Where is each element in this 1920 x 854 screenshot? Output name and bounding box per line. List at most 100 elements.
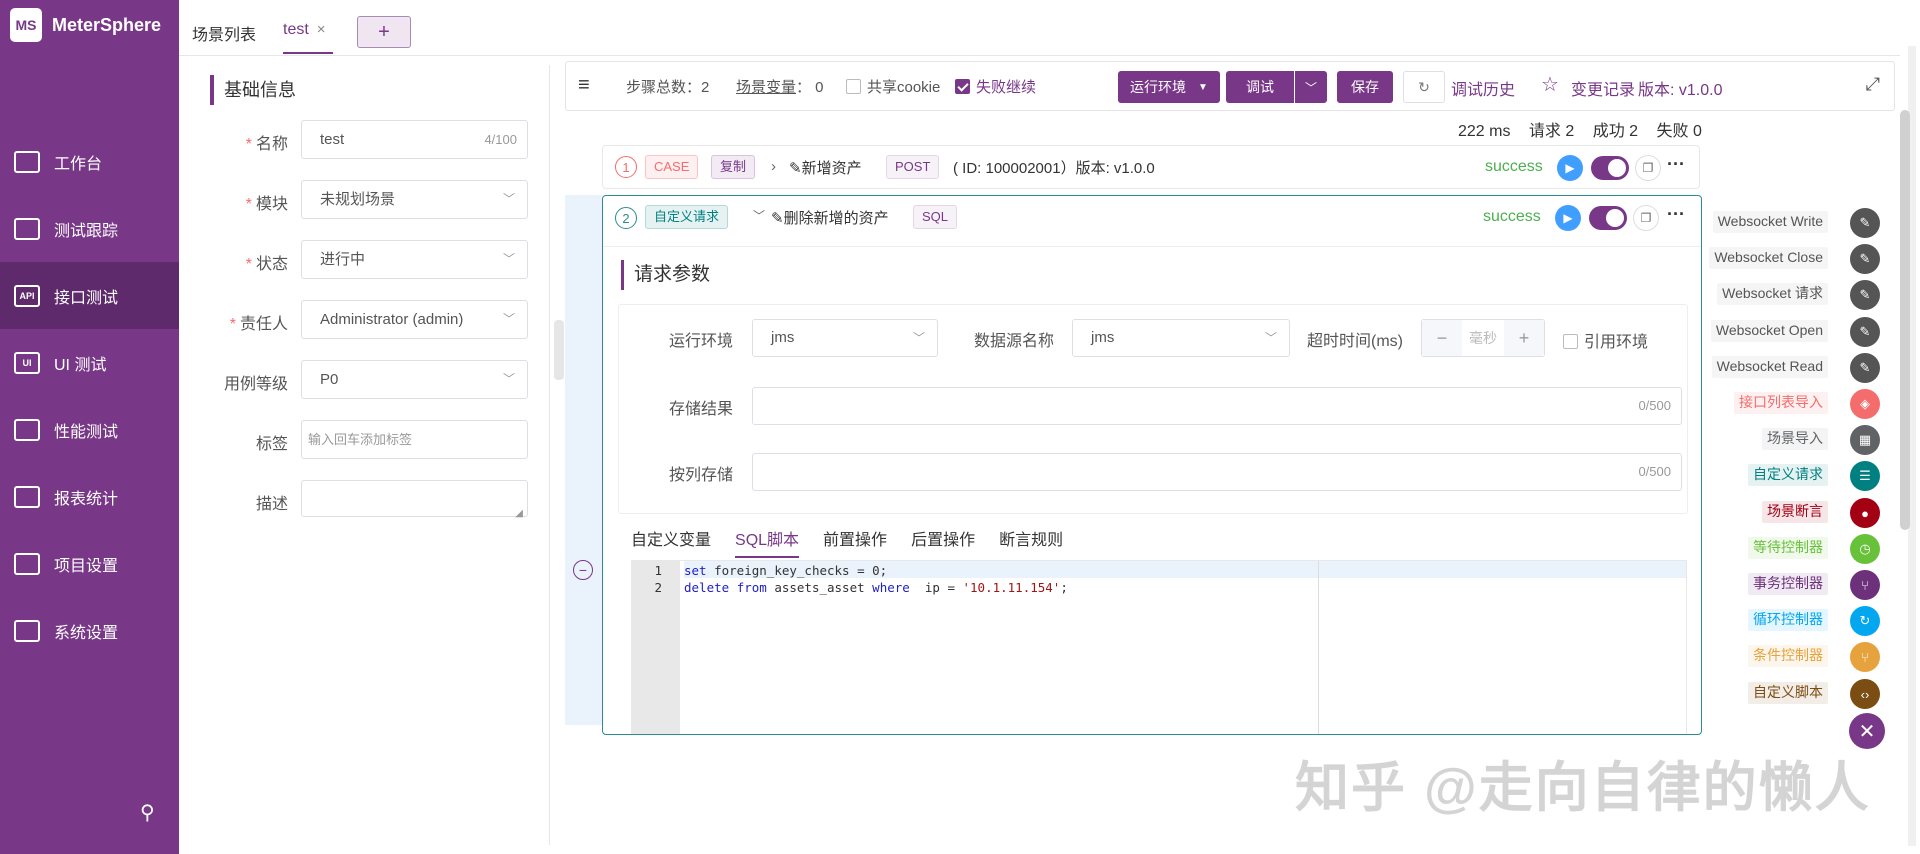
copy-icon[interactable]: ❐ [1635,155,1661,181]
pen-icon[interactable]: ✎ [1850,317,1880,347]
step-1[interactable]: 1 CASE 复制 › ✎新增资产 POST ( ID: 100002001）版… [602,145,1700,189]
debug-history-link[interactable]: 调试历史 [1451,76,1515,100]
status-select[interactable]: 进行中 ﹀ [301,240,528,279]
sidebar: MS MeterSphere 工作台 测试跟踪 API 接口测试 UI UI 测试 性能测试… [0,0,179,854]
palette-item-label[interactable]: Websocket Open [1710,320,1828,342]
column-store-label: 按列存储 [669,467,734,484]
clock-icon[interactable]: ◷ [1850,534,1880,564]
step-name[interactable]: ✎新增资产 [789,157,862,178]
chevron-down-icon[interactable]: ﹀ [753,207,765,224]
level-select[interactable]: P0 ﹀ [301,360,528,399]
code-line[interactable]: set foreign_key_checks = 0; [684,563,887,578]
nav-item[interactable]: UI UI 测试 [0,329,179,396]
palette-item-label[interactable]: 自定义脚本 [1748,682,1828,704]
loop-icon[interactable]: ↻ [1850,606,1880,636]
tab-custom-vars[interactable]: 自定义变量 [631,526,711,558]
palette-item-label[interactable]: 场景断言 [1762,501,1828,523]
scrollbar[interactable] [1900,110,1910,530]
tab-test[interactable]: test × [283,21,326,39]
palette-item-label[interactable]: 事务控制器 [1748,573,1828,595]
import-icon[interactable]: ◈ [1850,389,1880,419]
owner-select[interactable]: Administrator (admin) ﹀ [301,300,528,339]
tags-input[interactable]: 输入回车添加标签 [301,420,528,459]
tab-assertions[interactable]: 断言规则 [999,526,1063,558]
sliders-icon[interactable]: ☰ [1850,461,1880,491]
clapper-icon[interactable]: ▦ [1850,425,1880,455]
star-icon[interactable]: ☆ [1541,72,1559,97]
debug-dropdown-button[interactable]: ﹀ [1295,71,1327,103]
datasource-select[interactable]: jms ﹀ [1072,319,1290,357]
code-line[interactable]: delete from assets_asset where ip = '10.… [684,580,1068,595]
palette-item-label[interactable]: 接口列表导入 [1734,392,1828,414]
tab-scenario-list[interactable]: 场景列表 [192,21,256,45]
pin-icon[interactable]: ⚲ [140,800,155,825]
palette-item-label[interactable]: 自定义请求 [1748,464,1828,486]
continue-on-fail-checkbox[interactable]: 失败继续 [955,76,1036,97]
ref-env-checkbox[interactable]: 引用环境 [1563,328,1648,352]
decrement-button[interactable]: − [1422,320,1462,356]
env-label: 运行环境 [669,333,734,350]
column-store-input[interactable]: 0/500 [752,453,1682,491]
resize-handle-icon[interactable]: ◢ [515,495,523,532]
scenario-vars-link[interactable]: 场景变量 [736,79,796,96]
more-icon[interactable]: ··· [1667,154,1685,175]
fullscreen-icon[interactable]: ⤢ [1866,74,1880,95]
add-tab-button[interactable]: + [357,16,411,48]
module-select[interactable]: 未规划场景 ﹀ [301,180,528,219]
env-select[interactable]: jms ﹀ [752,319,938,357]
store-result-input[interactable]: 0/500 [752,387,1682,425]
tab-pre-ops[interactable]: 前置操作 [823,526,887,558]
collapse-icon[interactable]: − [573,560,593,580]
enable-switch[interactable] [1589,206,1627,230]
palette-item-label[interactable]: 条件控制器 [1748,645,1828,667]
nav-item[interactable]: 系统设置 [0,597,179,664]
pen-icon[interactable]: ✎ [1850,280,1880,310]
name-input[interactable]: test 4/100 [301,120,528,159]
palette-item-label[interactable]: 等待控制器 [1748,537,1828,559]
share-cookie-checkbox[interactable]: 共享cookie [846,76,940,97]
enable-switch[interactable] [1591,156,1629,180]
save-button[interactable]: 保存 [1337,71,1393,103]
palette-item-label[interactable]: Websocket Read [1711,356,1828,378]
pen-icon[interactable]: ✎ [1850,208,1880,238]
tab-sql-script[interactable]: SQL脚本 [735,526,800,558]
debug-button[interactable]: 调试 [1226,71,1294,103]
refresh-button[interactable]: ↻ [1403,71,1445,103]
code-icon[interactable]: ‹› [1850,679,1880,709]
pen-icon[interactable]: ✎ [1850,244,1880,274]
run-step-button[interactable]: ▶ [1557,155,1583,181]
more-icon[interactable]: ··· [1667,204,1685,225]
chevron-right-icon[interactable]: › [771,158,776,175]
nav-item[interactable]: 项目设置 [0,530,179,597]
desc-textarea[interactable]: ◢ [301,480,528,519]
nav-item[interactable]: API 接口测试 [0,262,179,329]
nav-item[interactable]: 性能测试 [0,396,179,463]
run-step-button[interactable]: ▶ [1555,205,1581,231]
panel-collapse-handle[interactable] [554,320,564,380]
nav-item[interactable]: 测试跟踪 [0,195,179,262]
env-button[interactable]: 运行环境 ▼ [1118,71,1220,103]
palette-item-label[interactable]: Websocket Close [1709,247,1828,269]
change-log-link[interactable]: 变更记录 [1571,76,1635,100]
close-icon[interactable]: × [317,21,326,38]
assert-icon[interactable]: ● [1850,498,1880,528]
copy-icon[interactable]: ❐ [1633,205,1659,231]
nav-item[interactable]: 工作台 [0,128,179,195]
logo[interactable]: MS MeterSphere [10,8,161,42]
step-name[interactable]: ✎删除新增的资产 [771,207,889,228]
branch-icon[interactable]: ⑂ [1850,642,1880,672]
timeout-input[interactable]: 毫秒 [1462,320,1504,356]
palette-item-label[interactable]: 循环控制器 [1748,609,1828,631]
palette-item-label[interactable]: Websocket Write [1712,211,1828,233]
palette-item-label[interactable]: 场景导入 [1762,428,1828,450]
nav-item[interactable]: 报表统计 [0,463,179,530]
sql-editor[interactable]: 1 set foreign_key_checks = 0; 2 delete from… [631,560,1687,734]
menu-icon[interactable]: ≡ [578,74,590,97]
version-label[interactable]: 版本: v1.0.0 [1638,76,1722,100]
pen-icon[interactable]: ✎ [1850,353,1880,383]
palette-item-label[interactable]: Websocket 请求 [1717,283,1828,305]
increment-button[interactable]: + [1504,320,1544,356]
fork-icon[interactable]: ⑂ [1850,570,1880,600]
timeout-stepper[interactable]: − 毫秒 + [1421,319,1545,357]
tab-post-ops[interactable]: 后置操作 [911,526,975,558]
